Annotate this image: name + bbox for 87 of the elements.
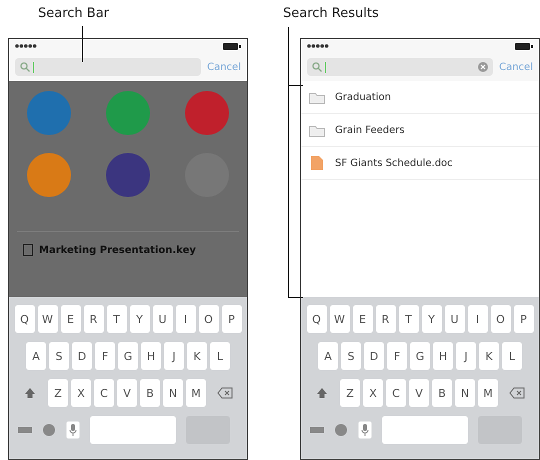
annotation-label: Search Results [283, 6, 379, 21]
battery-icon [515, 42, 533, 50]
keyboard-key[interactable]: I [468, 305, 488, 333]
keyboard-key[interactable]: V [117, 379, 137, 407]
keyboard-key[interactable]: R [84, 305, 104, 333]
app-circle[interactable] [26, 153, 71, 197]
keyboard-key[interactable]: H [433, 342, 453, 370]
app-circle[interactable] [106, 153, 150, 197]
keyboard-key[interactable]: T [106, 305, 126, 333]
leader-line [82, 26, 83, 62]
folder-icon [309, 124, 325, 136]
folder-icon [309, 90, 325, 104]
result-row[interactable]: SF Giants Schedule.doc [301, 147, 539, 180]
keyboard-key[interactable]: B [140, 379, 160, 407]
keyboard-key[interactable]: S [49, 342, 69, 370]
result-row[interactable]: Graduation [301, 81, 539, 114]
search-icon [312, 62, 322, 72]
keyboard-key[interactable]: K [187, 342, 207, 370]
keyboard-key[interactable]: N [163, 379, 183, 407]
keyboard-key[interactable]: X [71, 379, 91, 407]
search-field[interactable] [307, 58, 494, 76]
keyboard-key[interactable]: L [210, 342, 230, 370]
globe-icon[interactable] [334, 423, 348, 437]
keyboard-key[interactable]: A [318, 342, 338, 370]
keyboard-key[interactable]: C [94, 379, 114, 407]
keyboard-key[interactable]: E [60, 305, 80, 333]
keyboard-key[interactable]: N [455, 379, 475, 407]
document-icon [23, 244, 33, 256]
keyboard-key[interactable]: Y [130, 305, 150, 333]
signal-icon [15, 43, 37, 49]
document-icon [309, 155, 325, 171]
keyboard-key[interactable]: P [222, 305, 242, 333]
microphone-icon[interactable] [358, 421, 372, 439]
keyboard-key[interactable]: X [363, 379, 383, 407]
keyboard-key[interactable]: U [152, 305, 172, 333]
keyboard-key[interactable]: Z [48, 379, 68, 407]
keyboard-key[interactable]: V [409, 379, 429, 407]
numbers-key-icon[interactable] [310, 425, 324, 435]
shift-icon[interactable] [23, 386, 37, 400]
keyboard-key[interactable]: O [198, 305, 218, 333]
keyboard-key[interactable]: W [330, 305, 350, 333]
keyboard-key[interactable]: D [72, 342, 92, 370]
search-icon [20, 62, 30, 72]
signal-icon [307, 43, 329, 49]
globe-icon[interactable] [42, 423, 56, 437]
keyboard-key[interactable]: M [478, 379, 498, 407]
keyboard-key[interactable]: W [38, 305, 58, 333]
keyboard-key[interactable]: L [502, 342, 522, 370]
keyboard-key[interactable]: U [444, 305, 464, 333]
keyboard-key[interactable]: E [352, 305, 372, 333]
keyboard-key[interactable]: T [398, 305, 418, 333]
keyboard-key[interactable]: B [432, 379, 452, 407]
app-circle[interactable] [185, 91, 230, 135]
keyboard-key[interactable]: J [456, 342, 476, 370]
backspace-icon[interactable] [509, 387, 525, 399]
microphone-icon[interactable] [66, 421, 80, 439]
battery-icon [223, 42, 241, 50]
keyboard-key[interactable]: Y [422, 305, 442, 333]
result-row[interactable]: Grain Feeders [301, 114, 539, 147]
keyboard-key[interactable]: Q [306, 305, 326, 333]
keyboard-key[interactable]: F [95, 342, 115, 370]
app-circle[interactable] [106, 91, 150, 135]
keyboard-key[interactable]: G [410, 342, 430, 370]
file-name[interactable]: Marketing Presentation.key [39, 244, 196, 256]
app-circle[interactable] [26, 91, 71, 135]
keyboard-key[interactable]: R [376, 305, 396, 333]
numbers-key-icon[interactable] [18, 425, 32, 435]
clear-icon[interactable] [478, 62, 488, 72]
search-field[interactable] [15, 58, 202, 76]
keyboard-key[interactable]: G [118, 342, 138, 370]
keyboard-key[interactable]: S [341, 342, 361, 370]
annotation-label: Search Bar [38, 6, 110, 21]
keyboard-key[interactable]: O [490, 305, 510, 333]
keyboard-key[interactable]: A [26, 342, 46, 370]
backspace-icon[interactable] [217, 387, 233, 399]
shift-icon[interactable] [315, 386, 329, 400]
keyboard-key[interactable]: M [186, 379, 206, 407]
keyboard-key[interactable]: J [164, 342, 184, 370]
keyboard-key[interactable]: H [141, 342, 161, 370]
keyboard-key[interactable]: P [514, 305, 534, 333]
keyboard-key[interactable]: C [386, 379, 406, 407]
keyboard-key[interactable]: D [364, 342, 384, 370]
keyboard-key[interactable]: K [479, 342, 499, 370]
keyboard-key[interactable]: Z [340, 379, 360, 407]
keyboard-key[interactable]: F [387, 342, 407, 370]
keyboard-key[interactable]: Q [14, 305, 34, 333]
keyboard-key[interactable]: I [176, 305, 196, 333]
